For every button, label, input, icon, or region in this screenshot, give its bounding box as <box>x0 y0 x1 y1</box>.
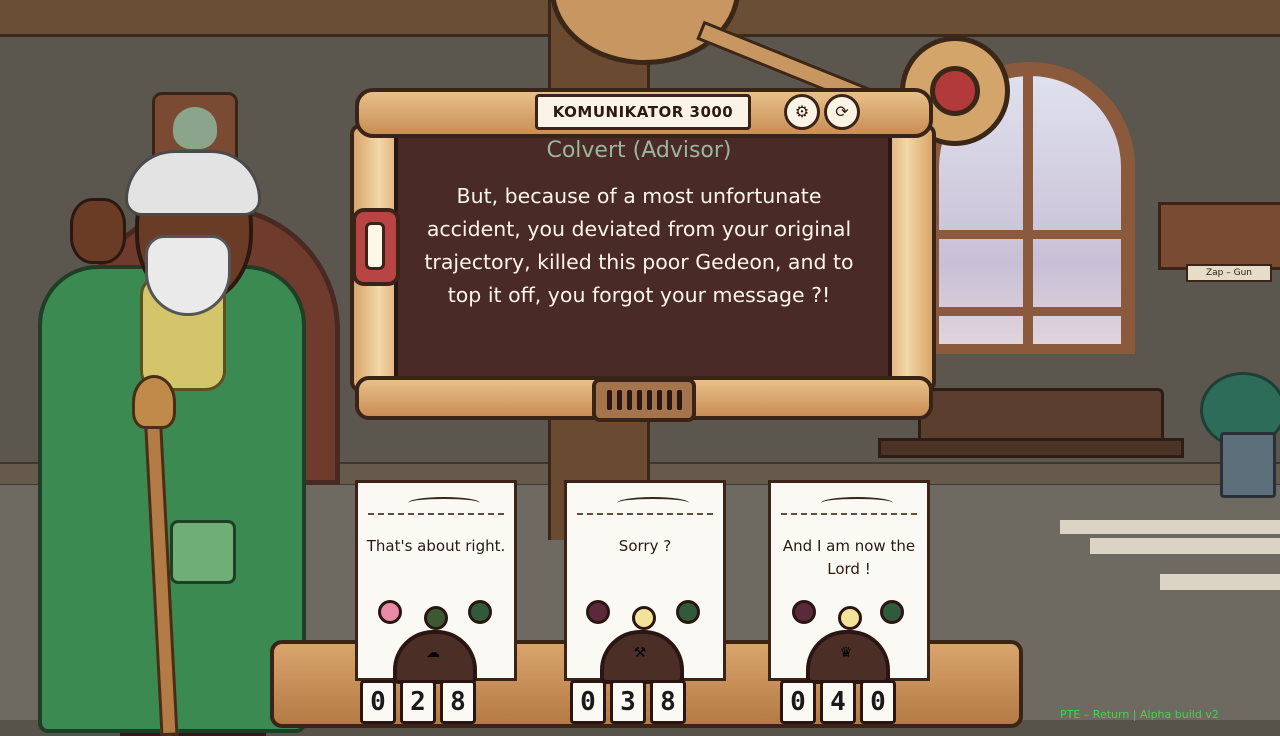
bench-back <box>918 388 1164 444</box>
gear-hub <box>930 66 980 116</box>
card-header-ornament <box>577 489 713 515</box>
indicator-bulb <box>468 600 492 624</box>
choice-text: Sorry ? <box>618 537 672 555</box>
floor-light-patch <box>1160 574 1280 590</box>
indicator-bulb <box>378 600 402 624</box>
advisor-hair <box>125 150 261 216</box>
window-mullion <box>937 307 1123 316</box>
indicator-bulb <box>838 606 862 630</box>
card-header-ornament <box>368 489 504 515</box>
choice-counter-1: 0 2 8 <box>360 680 476 724</box>
counter-digit: 4 <box>820 680 856 724</box>
floor-light-patch <box>1090 538 1280 554</box>
crown-icon: ♛ <box>839 645 853 661</box>
choice-counter-2: 0 3 8 <box>570 680 686 724</box>
counter-digit: 3 <box>610 680 646 724</box>
indicator-bulb <box>632 606 656 630</box>
komunikator-panel: KOMUNIKATOR 3000 ⚙ ⟳ Colvert (Advisor) B… <box>350 88 936 422</box>
indicator-bulb <box>586 600 610 624</box>
counter-digit: 8 <box>650 680 686 724</box>
goblin-head-icon <box>173 107 217 149</box>
counter-digit: 2 <box>400 680 436 724</box>
indicator-bulb <box>676 600 700 624</box>
counter-digit: 0 <box>780 680 816 724</box>
scroll-knob[interactable] <box>352 208 400 286</box>
indicator-bulb <box>424 606 448 630</box>
bench-seat <box>878 438 1184 458</box>
window-mullion <box>937 230 1123 239</box>
indicator-bulb <box>792 600 816 624</box>
game-scene: Zap – Gun KOMUNIKATOR 3000 ⚙ ⟳ Colvert (… <box>0 0 1280 736</box>
choice-text: That's about right. <box>366 537 506 555</box>
cloud-icon: ☁ <box>426 645 440 661</box>
counter-digit: 8 <box>440 680 476 724</box>
counter-digit: 0 <box>360 680 396 724</box>
indicator-bulb <box>880 600 904 624</box>
advisor-hand <box>70 198 126 264</box>
floor-light-patch <box>1060 520 1280 534</box>
counter-digit: 0 <box>570 680 606 724</box>
panel-vent <box>592 378 696 422</box>
dumbbell-icon: ⚒ <box>633 645 647 661</box>
advisor-pocket <box>170 520 236 584</box>
komunikator-title: KOMUNIKATOR 3000 <box>535 94 751 130</box>
choice-counter-3: 0 4 0 <box>780 680 896 724</box>
speaker-name: Colvert (Advisor) <box>546 138 732 163</box>
refresh-icon[interactable]: ⟳ <box>824 94 860 130</box>
card-header-ornament <box>781 489 917 515</box>
choice-text: And I am now the Lord ! <box>782 537 916 578</box>
eagle-cane-head-icon <box>132 375 176 429</box>
settings-gear-icon[interactable]: ⚙ <box>784 94 820 130</box>
zap-gun-label: Zap – Gun <box>1186 264 1272 282</box>
plant-pot <box>1220 432 1276 498</box>
dialogue-text: But, because of a most unfortunate accid… <box>424 184 854 307</box>
zap-gun-plaque <box>1158 202 1280 270</box>
advisor-character <box>20 150 320 736</box>
scroll-handle[interactable] <box>365 222 385 270</box>
counter-digit: 0 <box>860 680 896 724</box>
